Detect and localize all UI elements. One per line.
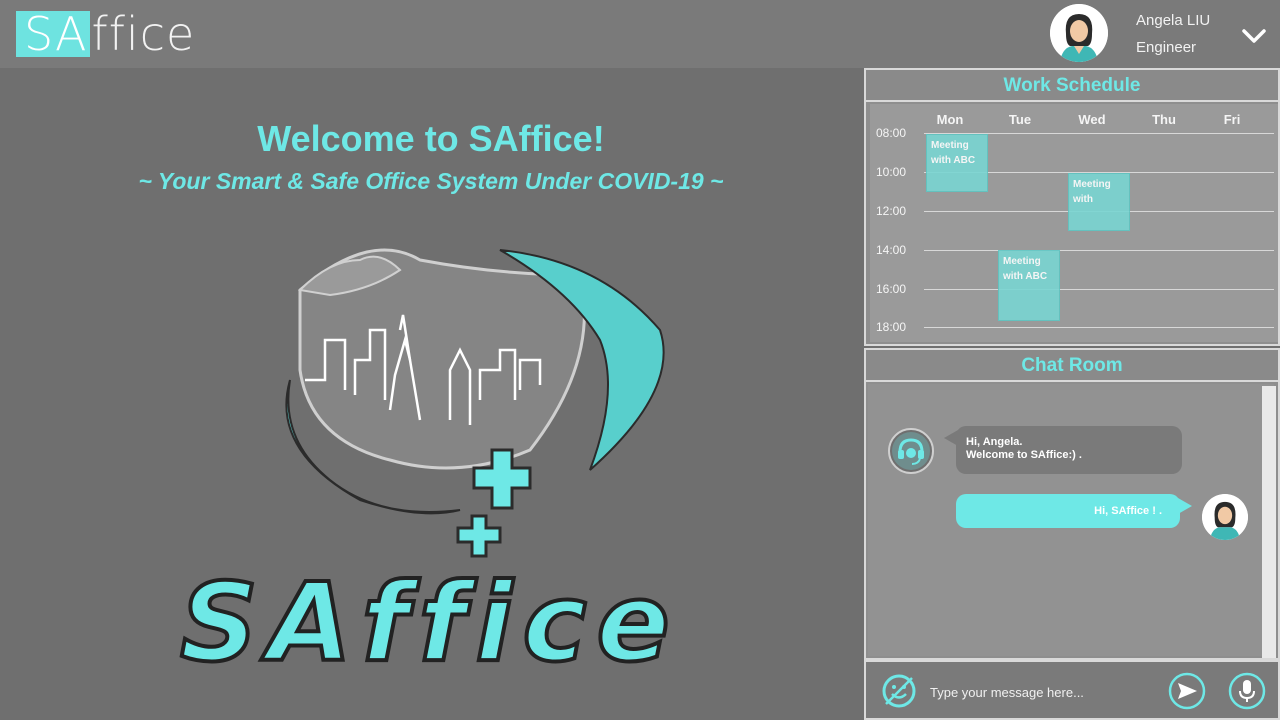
assistant-message: Hi, Angela. Welcome to SAffice:) . — [944, 426, 1182, 474]
welcome-tagline: ~ Your Smart & Safe Office System Under … — [138, 168, 724, 194]
logo-suffix: ffice — [91, 7, 196, 61]
day-label: Thu — [1152, 112, 1176, 127]
day-label: Wed — [1078, 112, 1106, 127]
send-icon — [1168, 672, 1206, 710]
user-menu-toggle[interactable] — [1240, 22, 1268, 50]
schedule-event[interactable]: Meeting with ABC — [998, 250, 1060, 321]
time-label: 18:00 — [876, 320, 907, 334]
time-label: 16:00 — [876, 282, 907, 296]
user-avatar[interactable] — [1050, 4, 1108, 62]
plus-cross-small — [456, 514, 502, 558]
emoji-icon — [882, 674, 916, 708]
chat-room-title: Chat Room — [866, 350, 1278, 382]
chevron-down-icon — [1242, 29, 1266, 43]
user-name: Angela LIU — [1136, 12, 1211, 29]
grid-line — [924, 289, 1274, 290]
logo-prefix: SA — [16, 11, 90, 57]
work-schedule-title: Work Schedule — [866, 70, 1278, 102]
grid-line — [924, 327, 1274, 328]
schedule-event[interactable]: Meeting with — [1068, 173, 1130, 231]
top-bar: SA ffice Angela LIU Engineer — [0, 0, 1280, 68]
microphone-icon — [1228, 672, 1266, 710]
time-label: 08:00 — [876, 126, 907, 140]
schedule-grid: Mon Tue Wed Thu Fri 08:00 10:00 12:00 14… — [870, 104, 1278, 342]
headset-icon — [892, 432, 930, 470]
hero-logo-text: SAffice — [180, 561, 680, 680]
day-label: Mon — [936, 112, 964, 127]
time-label: 10:00 — [876, 165, 907, 179]
time-label: 12:00 — [876, 204, 907, 218]
message-line: Hi, Angela. — [966, 436, 1023, 448]
chat-scrollbar[interactable] — [1262, 386, 1276, 658]
welcome-heading: Welcome to SAffice! — [257, 118, 605, 159]
message-line: Welcome to SAffice:) . — [966, 449, 1082, 461]
user-message-avatar — [1202, 494, 1248, 540]
schedule-event[interactable]: Meeting with ABC — [926, 134, 988, 192]
work-schedule-panel: Work Schedule Mon Tue Wed Thu Fri 08:00 … — [864, 68, 1280, 346]
user-avatar-icon — [1050, 4, 1108, 62]
chat-messages: Hi, Angela. Welcome to SAffice:) . Hi, S… — [868, 384, 1274, 656]
send-button[interactable] — [1168, 672, 1206, 710]
chat-room-panel: Chat Room Hi, Angela. Welcome to SAffice… — [864, 348, 1280, 660]
day-label: Tue — [1008, 112, 1032, 127]
app-logo[interactable]: SA ffice — [16, 7, 196, 61]
day-label: Fri — [1223, 112, 1241, 127]
saffice-hero-logo: SAffice — [178, 248, 680, 680]
user-role: Engineer — [1136, 39, 1197, 56]
emoji-button[interactable] — [880, 672, 918, 710]
microphone-button[interactable] — [1228, 672, 1266, 710]
assistant-avatar — [888, 428, 934, 474]
user-message: Hi, SAffice ! . — [956, 494, 1192, 528]
time-label: 14:00 — [876, 243, 907, 257]
grid-line — [924, 250, 1274, 251]
user-avatar-icon — [1202, 494, 1248, 540]
chat-input-bar — [864, 660, 1280, 720]
message-input[interactable] — [928, 674, 1162, 710]
